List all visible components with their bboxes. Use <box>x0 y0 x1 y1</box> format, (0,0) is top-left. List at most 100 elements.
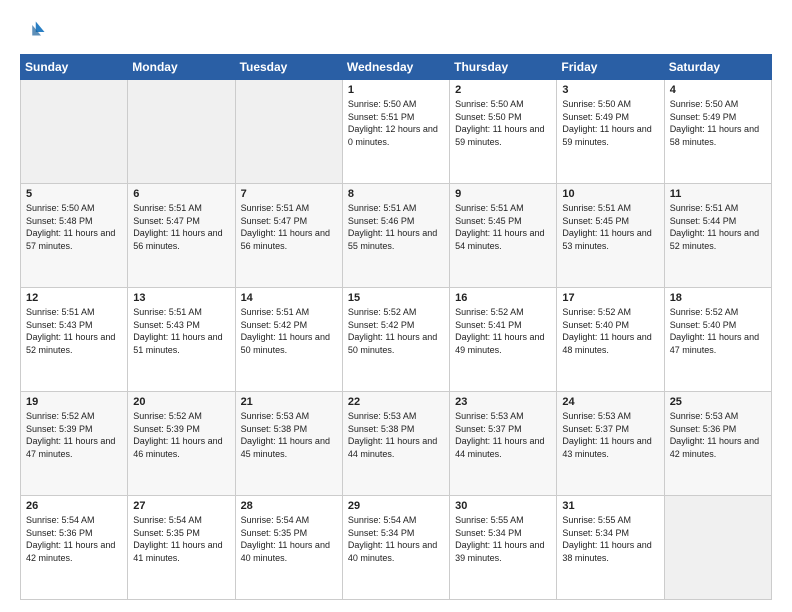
day-number: 28 <box>241 500 337 512</box>
day-info: Sunrise: 5:50 AMSunset: 5:48 PMDaylight:… <box>26 202 122 252</box>
header <box>20 18 772 46</box>
day-info: Sunrise: 5:55 AMSunset: 5:34 PMDaylight:… <box>455 514 551 564</box>
day-number: 31 <box>562 500 658 512</box>
calendar-cell: 10 Sunrise: 5:51 AMSunset: 5:45 PMDayligh… <box>557 184 664 288</box>
day-number: 18 <box>670 292 766 304</box>
day-info: Sunrise: 5:50 AMSunset: 5:51 PMDaylight:… <box>348 98 444 148</box>
day-number: 19 <box>26 396 122 408</box>
calendar-cell: 22Sunrise: 5:53 AMSunset: 5:38 PMDayligh… <box>342 392 449 496</box>
day-info: Sunrise: 5:51 AMSunset: 5:45 PMDaylight:… <box>562 202 658 252</box>
calendar-cell: 21Sunrise: 5:53 AMSunset: 5:38 PMDayligh… <box>235 392 342 496</box>
day-info: Sunrise: 5:53 AMSunset: 5:38 PMDaylight:… <box>241 410 337 460</box>
day-number: 25 <box>670 396 766 408</box>
day-info: Sunrise: 5:51 AMSunset: 5:43 PMDaylight:… <box>133 306 229 356</box>
calendar-cell: 9Sunrise: 5:51 AMSunset: 5:45 PMDaylight… <box>450 184 557 288</box>
day-number: 23 <box>455 396 551 408</box>
day-info: Sunrise: 5:52 AMSunset: 5:40 PMDaylight:… <box>562 306 658 356</box>
day-number: 2 <box>455 84 551 96</box>
day-info: Sunrise: 5:53 AMSunset: 5:36 PMDaylight:… <box>670 410 766 460</box>
calendar-cell: 7Sunrise: 5:51 AMSunset: 5:47 PMDaylight… <box>235 184 342 288</box>
calendar-cell: 8Sunrise: 5:51 AMSunset: 5:46 PMDaylight… <box>342 184 449 288</box>
page: SundayMondayTuesdayWednesdayThursdayFrid… <box>0 0 792 612</box>
calendar-cell <box>21 80 128 184</box>
calendar-cell: 2 Sunrise: 5:50 AMSunset: 5:50 PMDaylight… <box>450 80 557 184</box>
day-number: 14 <box>241 292 337 304</box>
weekday-header: Monday <box>128 55 235 80</box>
calendar-cell: 24 Sunrise: 5:53 AMSunset: 5:37 PMDayligh… <box>557 392 664 496</box>
day-info: Sunrise: 5:51 AMSunset: 5:42 PMDaylight:… <box>241 306 337 356</box>
calendar-cell: 17 Sunrise: 5:52 AMSunset: 5:40 PMDayligh… <box>557 288 664 392</box>
day-info: Sunrise: 5:52 AMSunset: 5:41 PMDaylight:… <box>455 306 551 356</box>
day-number: 4 <box>670 84 766 96</box>
day-number: 5 <box>26 188 122 200</box>
calendar-cell <box>664 496 771 600</box>
calendar-cell: 28 Sunrise: 5:54 AMSunset: 5:35 PMDayligh… <box>235 496 342 600</box>
day-info: Sunrise: 5:53 AMSunset: 5:37 PMDaylight:… <box>562 410 658 460</box>
calendar-week-row: 12 Sunrise: 5:51 AMSunset: 5:43 PMDayligh… <box>21 288 772 392</box>
day-number: 15 <box>348 292 444 304</box>
calendar-week-row: 19 Sunrise: 5:52 AMSunset: 5:39 PMDayligh… <box>21 392 772 496</box>
calendar-table: SundayMondayTuesdayWednesdayThursdayFrid… <box>20 54 772 600</box>
logo-icon <box>20 18 48 46</box>
calendar-cell: 23 Sunrise: 5:53 AMSunset: 5:37 PMDayligh… <box>450 392 557 496</box>
weekday-header: Saturday <box>664 55 771 80</box>
day-number: 29 <box>348 500 444 512</box>
calendar-cell: 19Sunrise: 5:52 AMSunset: 5:39 PMDayligh… <box>21 392 128 496</box>
calendar-cell: 13 Sunrise: 5:51 AMSunset: 5:43 PMDayligh… <box>128 288 235 392</box>
calendar-cell: 20Sunrise: 5:52 AMSunset: 5:39 PMDayligh… <box>128 392 235 496</box>
day-info: Sunrise: 5:54 AMSunset: 5:35 PMDaylight:… <box>133 514 229 564</box>
day-number: 26 <box>26 500 122 512</box>
day-number: 22 <box>348 396 444 408</box>
calendar-cell: 18 Sunrise: 5:52 AMSunset: 5:40 PMDayligh… <box>664 288 771 392</box>
day-number: 1 <box>348 84 444 96</box>
calendar-week-row: 5 Sunrise: 5:50 AMSunset: 5:48 PMDaylight… <box>21 184 772 288</box>
day-info: Sunrise: 5:52 AMSunset: 5:39 PMDaylight:… <box>133 410 229 460</box>
day-info: Sunrise: 5:51 AMSunset: 5:47 PMDaylight:… <box>241 202 337 252</box>
day-info: Sunrise: 5:50 AMSunset: 5:50 PMDaylight:… <box>455 98 551 148</box>
logo <box>20 18 52 46</box>
day-number: 13 <box>133 292 229 304</box>
day-info: Sunrise: 5:54 AMSunset: 5:35 PMDaylight:… <box>241 514 337 564</box>
calendar-cell <box>128 80 235 184</box>
weekday-header: Friday <box>557 55 664 80</box>
day-number: 24 <box>562 396 658 408</box>
calendar-cell: 12 Sunrise: 5:51 AMSunset: 5:43 PMDayligh… <box>21 288 128 392</box>
day-number: 30 <box>455 500 551 512</box>
calendar-cell: 5 Sunrise: 5:50 AMSunset: 5:48 PMDaylight… <box>21 184 128 288</box>
weekday-header: Wednesday <box>342 55 449 80</box>
calendar-cell <box>235 80 342 184</box>
weekday-header: Thursday <box>450 55 557 80</box>
calendar-cell: 25 Sunrise: 5:53 AMSunset: 5:36 PMDayligh… <box>664 392 771 496</box>
day-info: Sunrise: 5:51 AMSunset: 5:44 PMDaylight:… <box>670 202 766 252</box>
day-info: Sunrise: 5:51 AMSunset: 5:43 PMDaylight:… <box>26 306 122 356</box>
day-info: Sunrise: 5:51 AMSunset: 5:46 PMDaylight:… <box>348 202 444 252</box>
calendar-cell: 3Sunrise: 5:50 AMSunset: 5:49 PMDaylight… <box>557 80 664 184</box>
calendar-cell: 6Sunrise: 5:51 AMSunset: 5:47 PMDaylight… <box>128 184 235 288</box>
day-info: Sunrise: 5:50 AMSunset: 5:49 PMDaylight:… <box>670 98 766 148</box>
day-info: Sunrise: 5:54 AMSunset: 5:36 PMDaylight:… <box>26 514 122 564</box>
day-number: 6 <box>133 188 229 200</box>
day-number: 16 <box>455 292 551 304</box>
day-number: 17 <box>562 292 658 304</box>
calendar-cell: 4 Sunrise: 5:50 AMSunset: 5:49 PMDaylight… <box>664 80 771 184</box>
day-number: 9 <box>455 188 551 200</box>
day-number: 10 <box>562 188 658 200</box>
day-number: 11 <box>670 188 766 200</box>
day-info: Sunrise: 5:55 AMSunset: 5:34 PMDaylight:… <box>562 514 658 564</box>
calendar-cell: 27 Sunrise: 5:54 AMSunset: 5:35 PMDayligh… <box>128 496 235 600</box>
calendar-week-row: 26 Sunrise: 5:54 AMSunset: 5:36 PMDayligh… <box>21 496 772 600</box>
day-info: Sunrise: 5:50 AMSunset: 5:49 PMDaylight:… <box>562 98 658 148</box>
calendar-cell: 16 Sunrise: 5:52 AMSunset: 5:41 PMDayligh… <box>450 288 557 392</box>
day-info: Sunrise: 5:53 AMSunset: 5:37 PMDaylight:… <box>455 410 551 460</box>
calendar-cell: 14 Sunrise: 5:51 AMSunset: 5:42 PMDayligh… <box>235 288 342 392</box>
weekday-header-row: SundayMondayTuesdayWednesdayThursdayFrid… <box>21 55 772 80</box>
day-number: 27 <box>133 500 229 512</box>
calendar-cell: 1 Sunrise: 5:50 AMSunset: 5:51 PMDaylight… <box>342 80 449 184</box>
calendar-cell: 29Sunrise: 5:54 AMSunset: 5:34 PMDayligh… <box>342 496 449 600</box>
calendar-cell: 15 Sunrise: 5:52 AMSunset: 5:42 PMDayligh… <box>342 288 449 392</box>
day-info: Sunrise: 5:52 AMSunset: 5:40 PMDaylight:… <box>670 306 766 356</box>
day-number: 12 <box>26 292 122 304</box>
day-info: Sunrise: 5:52 AMSunset: 5:42 PMDaylight:… <box>348 306 444 356</box>
weekday-header: Sunday <box>21 55 128 80</box>
calendar-cell: 30 Sunrise: 5:55 AMSunset: 5:34 PMDayligh… <box>450 496 557 600</box>
